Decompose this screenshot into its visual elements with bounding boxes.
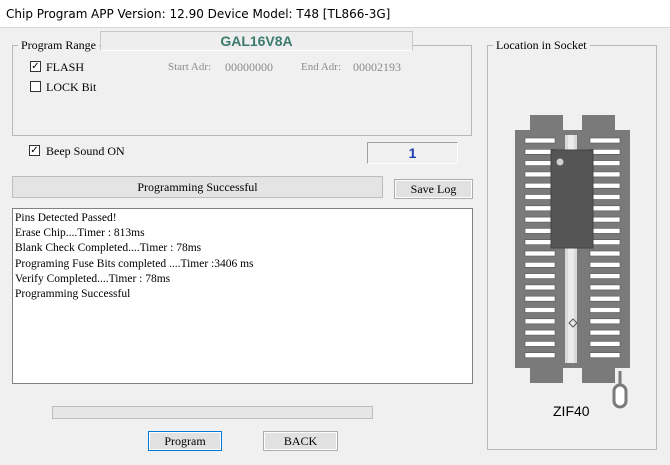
socket-pin <box>524 329 556 336</box>
socket-pin <box>589 148 621 155</box>
socket-pin <box>524 273 556 279</box>
socket-pin <box>589 273 621 279</box>
socket-pin <box>589 262 621 268</box>
check-icon: ✓ <box>30 145 39 156</box>
socket-pin <box>524 318 556 325</box>
window-subtitle: APP Version: 12.90 Device Model: T48 [TL… <box>91 7 391 21</box>
socket-pin <box>589 250 621 257</box>
chip-name-field: GAL16V8A <box>100 31 413 51</box>
socket-pin <box>589 284 621 291</box>
socket-pin <box>589 352 621 358</box>
socket-pin <box>589 239 621 245</box>
zif-socket-diagram <box>515 115 630 409</box>
status-bar: Programming Successful <box>12 176 383 198</box>
socket-label: ZIF40 <box>553 403 590 419</box>
check-icon: ✓ <box>31 61 40 72</box>
socket-pin <box>589 182 621 189</box>
log-line: Programing Fuse Bits completed ....Timer… <box>15 257 254 270</box>
beep-checkbox[interactable]: ✓ <box>29 145 40 156</box>
socket-pin <box>524 284 556 291</box>
title-bar: Chip Program APP Version: 12.90 Device M… <box>0 0 670 28</box>
log-line: Blank Check Completed....Timer : 78ms <box>15 242 202 255</box>
chip-in-socket <box>550 149 594 249</box>
socket-pin <box>524 262 556 268</box>
socket-pin <box>524 341 556 347</box>
socket-pin <box>589 295 621 302</box>
window-title: Chip Program <box>6 7 88 21</box>
socket-pin <box>589 307 621 313</box>
socket-pin <box>589 228 621 234</box>
socket-pin <box>589 341 621 347</box>
lock-bit-checkbox[interactable] <box>30 81 41 92</box>
log-area[interactable]: Pins Detected Passed! Erase Chip....Time… <box>12 208 473 384</box>
end-adr-value: 00002193 <box>353 60 401 74</box>
end-adr-label: End Adr: <box>301 61 342 73</box>
program-counter: 1 <box>367 142 458 164</box>
start-adr-value: 00000000 <box>225 60 273 74</box>
socket-pin <box>589 194 621 200</box>
flash-label: FLASH <box>46 60 85 74</box>
log-line: Programming Successful <box>15 288 131 301</box>
start-adr-label: Start Adr: <box>168 61 212 73</box>
back-button[interactable]: BACK <box>263 431 338 451</box>
socket-group-title: Location in Socket <box>493 38 590 53</box>
socket-pin <box>589 205 621 212</box>
flash-checkbox[interactable]: ✓ <box>30 61 41 72</box>
socket-pin <box>524 295 556 302</box>
lever-icon[interactable] <box>612 371 628 409</box>
chip-name: GAL16V8A <box>220 33 293 49</box>
socket-pin <box>589 318 621 325</box>
socket-pin <box>589 171 621 178</box>
socket-pin <box>524 250 556 257</box>
socket-pin <box>589 216 621 223</box>
socket-pin <box>589 329 621 336</box>
program-button[interactable]: Program <box>148 431 222 451</box>
status-text: Programming Successful <box>137 180 258 194</box>
socket-pin <box>524 352 556 358</box>
log-line: Verify Completed....Timer : 78ms <box>15 272 171 285</box>
lock-bit-label: LOCK Bit <box>46 80 97 94</box>
save-log-button[interactable]: Save Log <box>394 179 473 199</box>
progress-bar <box>52 406 373 419</box>
log-line: Erase Chip....Timer : 813ms <box>15 227 145 240</box>
beep-label: Beep Sound ON <box>46 144 125 158</box>
program-range-title: Program Range <box>18 38 99 53</box>
log-line: Pins Detected Passed! <box>15 212 117 224</box>
socket-pin <box>589 160 621 166</box>
socket-pin <box>589 137 621 144</box>
socket-pin <box>524 307 556 313</box>
socket-pin <box>524 137 556 144</box>
